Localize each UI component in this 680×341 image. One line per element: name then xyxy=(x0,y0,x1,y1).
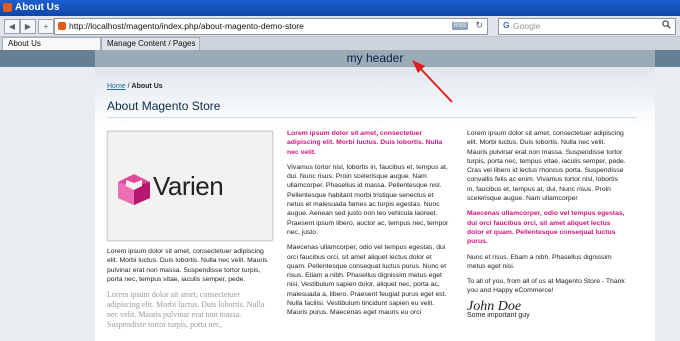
breadcrumb-current: About Us xyxy=(131,83,163,90)
column-middle: Lorem ipsum dolor sit amet, consectetuer… xyxy=(287,129,449,324)
varien-logo-image: Varien xyxy=(107,131,273,241)
new-tab-button[interactable]: + xyxy=(38,19,54,34)
varien-logo-text: Varien xyxy=(153,171,224,201)
signature-role: Some important guy xyxy=(467,312,530,320)
highlight-text: Maecenas ullamcorper, odio vel tempus eg… xyxy=(467,210,625,246)
breadcrumb: Home / About Us xyxy=(107,83,163,90)
search-bar[interactable]: G Google xyxy=(498,18,676,35)
search-input[interactable]: Google xyxy=(513,21,540,31)
page-content: Home / About Us About Magento Store Vari… xyxy=(95,67,655,341)
varien-logo-icon xyxy=(118,174,150,205)
url-text[interactable]: http://localhost/magento/index.php/about… xyxy=(69,21,304,31)
site-favicon-icon xyxy=(58,22,66,30)
window-titlebar: About Us xyxy=(0,0,680,16)
rss-icon[interactable]: RSS xyxy=(452,22,468,30)
browser-toolbar: ◀ ▶ + http://localhost/magento/index.php… xyxy=(0,16,680,37)
header-center: my header xyxy=(95,50,655,67)
highlight-text: Lorem ipsum dolor sit amet, consectetuer… xyxy=(287,130,443,156)
column-left: Lorem ipsum dolor sit amet, consectetuer… xyxy=(107,247,273,336)
google-icon[interactable]: G xyxy=(503,20,510,30)
firefox-icon xyxy=(3,3,12,12)
page-title: About Magento Store xyxy=(107,99,221,113)
address-bar[interactable]: http://localhost/magento/index.php/about… xyxy=(54,18,488,35)
paragraph: To all of you, from all of us at Magento… xyxy=(467,278,625,295)
back-button[interactable]: ◀ xyxy=(4,19,20,34)
breadcrumb-home-link[interactable]: Home xyxy=(107,83,126,90)
paragraph: Nunc et risus. Etiam a nibh. Phasellus d… xyxy=(467,253,612,270)
forward-button[interactable]: ▶ xyxy=(20,19,36,34)
reload-icon[interactable]: ↻ xyxy=(475,20,483,31)
header-text: my header xyxy=(346,51,404,65)
site-header: my header xyxy=(0,50,680,67)
column-right: Lorem ipsum dolor sit amet, consectetuer… xyxy=(467,129,627,320)
serif-paragraph: Lorem ipsum dolor sit amet, consectetuer… xyxy=(107,290,265,330)
window-title: About Us xyxy=(15,2,60,13)
image-caption: Lorem ipsum dolor sit amet, consectetuer… xyxy=(107,248,268,283)
paragraph: Lorem ipsum dolor sit amet, consectetuer… xyxy=(467,130,626,203)
paragraph: Vivamus tortor nisl, lobortis in, faucib… xyxy=(287,163,449,236)
search-icon[interactable] xyxy=(662,20,671,29)
signature-name: John Doe xyxy=(467,298,522,314)
tab-about-us[interactable]: About Us xyxy=(2,37,101,50)
page-top-gradient xyxy=(95,67,655,127)
title-divider xyxy=(107,117,637,118)
paragraph: Maecenas ullamcorper, odio vel tempus eg… xyxy=(287,244,447,317)
tab-strip: About Us Manage Content / Pages ... xyxy=(0,37,680,60)
tab-manage-content[interactable]: Manage Content / Pages ... xyxy=(101,37,200,60)
